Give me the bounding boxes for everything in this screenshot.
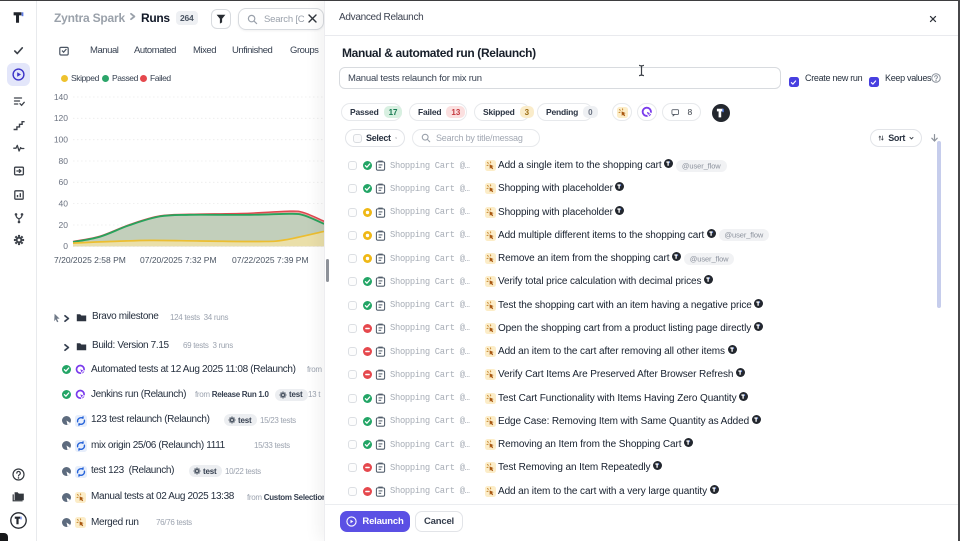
svg-text:40: 40	[59, 198, 69, 208]
svg-text:100: 100	[54, 135, 68, 145]
svg-text:20: 20	[59, 220, 69, 230]
svg-text:0: 0	[63, 241, 68, 251]
svg-text:120: 120	[54, 113, 68, 123]
svg-text:7/20/2025 2:58 PM: 7/20/2025 2:58 PM	[54, 255, 126, 265]
svg-text:07/20/2025 7:32 PM: 07/20/2025 7:32 PM	[140, 255, 217, 265]
svg-text:60: 60	[59, 177, 69, 187]
svg-text:140: 140	[54, 92, 68, 102]
svg-text:07/22/2025 7:39 PM: 07/22/2025 7:39 PM	[232, 255, 309, 265]
svg-text:80: 80	[59, 156, 69, 166]
